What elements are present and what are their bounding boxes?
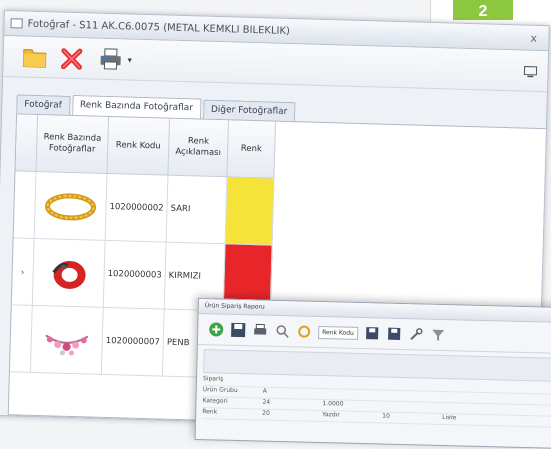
cell: Yazdır [322, 411, 340, 419]
cell: Kategori [202, 397, 228, 405]
cell: Sipariş [202, 375, 224, 383]
row-indicator [9, 304, 33, 373]
grid-header-row: Renk Bazında Fotoğraflar Renk Kodu Renk … [15, 114, 276, 179]
cell: 24 [262, 398, 271, 406]
color-code-cell: 1020000003 [103, 240, 167, 310]
cell [443, 392, 503, 403]
search-button[interactable] [274, 323, 290, 339]
photo-cell[interactable] [32, 238, 106, 308]
gold-chain-bracelet-image [45, 193, 97, 221]
table-row[interactable]: 1020000002 SARI [13, 170, 275, 246]
cell [382, 402, 442, 413]
cell: Ürün Grubu [202, 386, 238, 394]
add-button[interactable] [208, 321, 224, 337]
cell [443, 381, 503, 392]
open-folder-button[interactable] [21, 44, 48, 71]
cell: 1.0000 [322, 400, 344, 408]
printer-icon [97, 46, 124, 73]
header-color-photos[interactable]: Renk Bazında Fotoğraflar [36, 114, 109, 174]
delete-button[interactable] [59, 45, 86, 72]
report-window: Ürün Sipariş Raporu Renk Kodu Sipariş Ür… [194, 298, 551, 449]
filter-icon [431, 329, 444, 341]
cell [383, 391, 443, 402]
color-code-cell: 1020000002 [105, 173, 169, 243]
save-as-icon [365, 327, 379, 340]
row-indicator [13, 170, 37, 239]
header-color-description[interactable]: Renk Açıklaması [168, 118, 229, 177]
header-indicator [15, 114, 38, 172]
chevron-down-icon[interactable]: ▾ [128, 55, 132, 64]
color-description-cell: SARI [166, 175, 228, 244]
refresh-button[interactable] [296, 323, 312, 339]
save-button[interactable] [230, 322, 246, 338]
save-icon [231, 322, 246, 338]
cell: Renk [202, 408, 218, 416]
header-color[interactable]: Renk [227, 120, 276, 179]
filter-button[interactable] [430, 327, 446, 343]
delete-icon [59, 45, 86, 72]
save-as-button[interactable] [364, 325, 380, 341]
photo-cell[interactable] [34, 171, 107, 241]
field-selector[interactable]: Renk Kodu [318, 325, 359, 340]
cell [323, 389, 383, 400]
export-icon [387, 327, 401, 340]
red-cuff-bracelet-image [52, 260, 86, 289]
search-icon [276, 325, 289, 338]
cell: 20 [262, 409, 270, 417]
print-button[interactable] [252, 322, 268, 338]
refresh-icon [298, 325, 311, 338]
report-grid: Sipariş Ürün Grubu A Kategori 24 1.0000 … [196, 345, 551, 432]
cell [442, 403, 502, 414]
export-button[interactable] [386, 326, 402, 342]
tab-photo[interactable]: Fotoğraf [16, 94, 71, 115]
cell [383, 380, 443, 391]
photo-cell[interactable] [30, 305, 104, 375]
step-badge: 2 [453, 0, 513, 20]
print-button[interactable] [97, 46, 124, 73]
wrench-icon [410, 328, 423, 340]
color-swatch [225, 176, 275, 246]
add-icon [209, 322, 224, 337]
close-button[interactable]: x [530, 31, 548, 44]
folder-icon [21, 44, 48, 71]
pink-charm-bracelet-image [45, 334, 89, 356]
cell: 10 [382, 412, 390, 420]
tools-button[interactable] [408, 326, 424, 342]
row-indicator: › [11, 237, 35, 306]
header-color-code[interactable]: Renk Kodu [106, 116, 170, 176]
cell: A [262, 387, 267, 395]
window-icon [10, 18, 23, 29]
cell [263, 377, 323, 388]
screen-icon[interactable] [523, 63, 538, 78]
printer-icon [254, 323, 267, 335]
color-code-cell: 1020000007 [101, 307, 165, 377]
cell [323, 378, 383, 389]
tab-other-photos[interactable]: Diğer Fotoğraflar [202, 99, 296, 122]
